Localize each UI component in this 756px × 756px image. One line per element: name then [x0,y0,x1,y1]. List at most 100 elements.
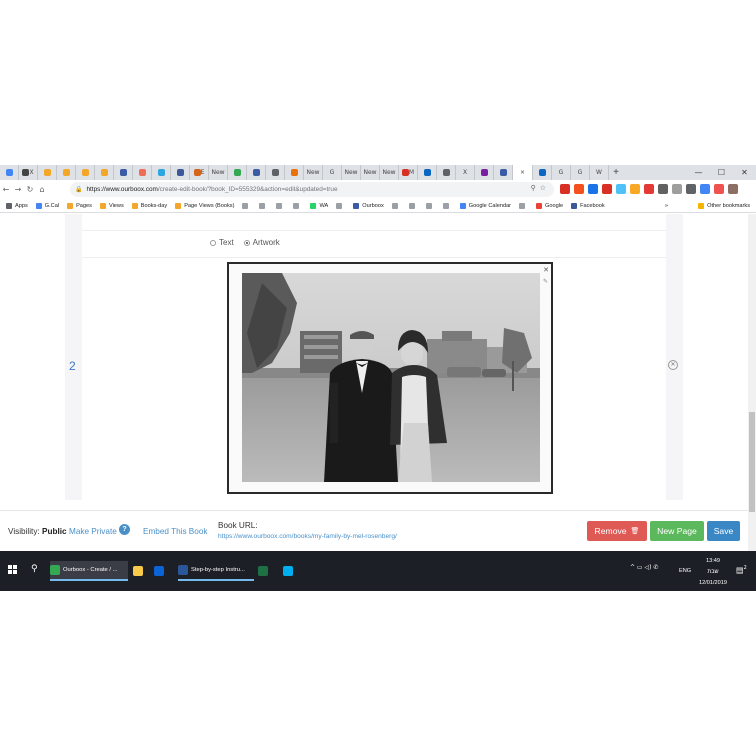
save-button[interactable]: Save [707,521,740,541]
browser-tab[interactable] [57,165,76,180]
home-icon[interactable]: ⌂ [36,185,48,194]
extension-icon[interactable] [588,184,598,194]
taskbar-app[interactable] [133,561,149,581]
browser-tab[interactable]: G [571,165,590,180]
minimize-button[interactable]: — [687,165,710,180]
bookmark-item[interactable] [442,203,452,209]
bookmark-item[interactable]: Facebook [571,203,605,209]
extension-icon[interactable] [644,184,654,194]
radio-text[interactable] [210,239,216,246]
browser-tab[interactable]: G [552,165,571,180]
artwork-frame[interactable]: ✕ ✎ [227,262,553,494]
bookmark-item[interactable] [408,203,418,209]
extension-icon[interactable] [700,184,710,194]
close-window-button[interactable]: ✕ [733,165,756,180]
notifications-icon[interactable]: ▤2 [736,565,747,575]
browser-tab[interactable] [437,165,456,180]
taskbar-app[interactable] [258,561,274,581]
browser-tab[interactable] [171,165,190,180]
radio-artwork[interactable] [243,239,250,246]
browser-tab[interactable] [418,165,437,180]
browser-tab[interactable] [228,165,247,180]
browser-tab[interactable] [285,165,304,180]
edit-artwork-icon[interactable]: ✎ [543,278,548,285]
option-text[interactable]: Text [210,238,234,247]
extension-icon[interactable] [616,184,626,194]
search-icon[interactable]: ⚲ [31,564,38,574]
back-arrow-icon[interactable]: ← [0,185,12,194]
browser-tab[interactable] [38,165,57,180]
bookmark-item[interactable]: Google [536,203,563,209]
browser-tab[interactable]: E [190,165,209,180]
browser-tab[interactable] [133,165,152,180]
browser-tab[interactable]: G [323,165,342,180]
extension-icon[interactable] [714,184,724,194]
language-indicator[interactable]: ENG [679,568,691,574]
delete-page-icon[interactable]: ✕ [668,360,678,370]
browser-tab[interactable]: New [304,165,323,180]
bookmark-item[interactable] [242,203,251,209]
maximize-button[interactable]: ☐ [710,165,733,180]
browser-tab[interactable]: M [399,165,418,180]
bookmark-item[interactable]: Google Calendar [459,203,511,209]
browser-tab[interactable]: × [513,165,533,180]
bookmark-item[interactable]: WA [310,203,328,209]
extension-icon[interactable] [686,184,696,194]
bookmark-item[interactable]: Apps [6,203,28,209]
browser-tab[interactable] [494,165,513,180]
bookmark-item[interactable]: G.Cal [35,203,59,209]
windows-start-icon[interactable] [8,565,17,574]
browser-tab[interactable]: New [209,165,228,180]
browser-tab[interactable] [152,165,171,180]
more-bookmarks-icon[interactable]: » [665,203,668,209]
bookmark-item[interactable] [293,203,302,209]
browser-tab[interactable] [95,165,114,180]
bookmark-item[interactable]: Books-day [131,203,167,209]
bookmark-item[interactable] [259,203,268,209]
system-tray-icons[interactable]: ^ ▭ ◁) ✆ [630,564,658,571]
new-page-button[interactable]: New Page [650,521,704,541]
zoom-and-star-icons[interactable]: ⚲☆ [531,184,550,192]
bookmark-item[interactable] [391,203,401,209]
option-artwork[interactable]: Artwork [243,238,280,247]
browser-tab[interactable]: W [590,165,609,180]
extension-icon[interactable] [672,184,682,194]
other-bookmarks[interactable]: Other bookmarks [698,203,750,209]
browser-tab[interactable] [533,165,552,180]
browser-tab[interactable] [0,165,19,180]
taskbar-app[interactable]: Ourboox - Create / ... [50,561,128,581]
book-url-link[interactable]: https://www.ourboox.com/books/my-family-… [218,533,397,540]
extension-icon[interactable] [560,184,570,194]
make-private-link[interactable]: Make Private [69,527,117,536]
taskbar-app[interactable]: Step-by-step Instru... [178,561,254,581]
page-scrollbar[interactable] [748,214,756,551]
bookmark-item[interactable] [336,203,345,209]
browser-tab[interactable]: New [380,165,399,180]
browser-tab[interactable]: New [361,165,380,180]
browser-tab[interactable] [114,165,133,180]
address-bar[interactable]: 🔒 https://www.ourboox.com/create-edit-bo… [70,182,554,197]
browser-tab[interactable] [76,165,95,180]
browser-tab[interactable] [247,165,266,180]
new-tab-button[interactable]: + [609,167,623,178]
bookmark-item[interactable]: Pages [67,203,92,209]
bookmark-item[interactable] [276,203,285,209]
browser-tab[interactable]: X [19,165,38,180]
bookmark-item[interactable] [519,203,528,209]
reload-icon[interactable]: ↻ [24,185,36,194]
remove-button[interactable]: Remove 🗑 [587,521,647,541]
extension-icon[interactable] [602,184,612,194]
scrollbar-thumb[interactable] [749,412,755,512]
extension-icon[interactable] [658,184,668,194]
help-icon[interactable]: ? [119,524,130,535]
extension-icon[interactable] [574,184,584,194]
browser-tab[interactable] [475,165,494,180]
bookmark-item[interactable] [425,203,435,209]
taskbar-app[interactable] [154,561,170,581]
extension-icon[interactable] [728,184,738,194]
bookmark-item[interactable]: Page Views (Books) [175,203,234,209]
browser-tab[interactable]: X [456,165,475,180]
embed-book-link[interactable]: Embed This Book [143,527,207,536]
extension-icon[interactable] [630,184,640,194]
bookmark-item[interactable]: Ourboox [353,203,384,209]
